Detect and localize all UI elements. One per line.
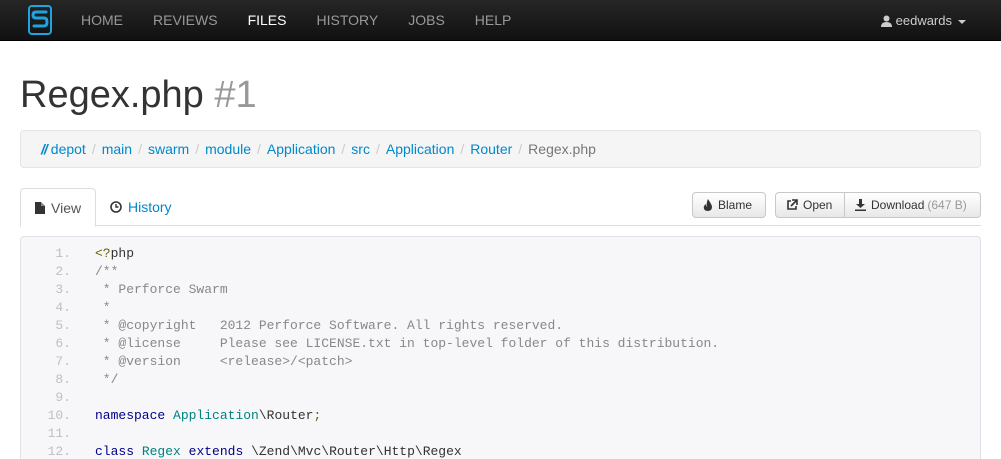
line-number: 9. <box>55 390 71 405</box>
breadcrumb-separator: / <box>138 141 142 157</box>
breadcrumb-item-application[interactable]: Application <box>267 141 336 157</box>
tab-view[interactable]: View <box>20 188 97 227</box>
breadcrumb-item-router[interactable]: Router <box>470 141 512 157</box>
code-line: 2. /** <box>21 263 980 281</box>
breadcrumb-separator: / <box>91 141 96 157</box>
breadcrumb-item-src[interactable]: src <box>351 141 370 157</box>
code-text: /** <box>95 264 119 279</box>
breadcrumb-separator: / <box>518 141 523 157</box>
code-line: 5. * @copyright 2012 Perforce Software. … <box>21 317 980 335</box>
code-text: namespace Application\Router; <box>95 408 322 423</box>
download-button[interactable]: Download (647 B) <box>845 192 981 218</box>
line-number: 6. <box>55 336 71 351</box>
nav-home[interactable]: HOME <box>66 0 138 41</box>
code-text: * @copyright 2012 Perforce Software. All… <box>95 318 564 333</box>
code-text: */ <box>95 372 119 387</box>
code-viewer[interactable]: 1. <?php 2./** 3. * Perforce Swarm 4. * 5. * … <box>20 236 981 459</box>
line-number: 5. <box>55 318 71 333</box>
nav-help[interactable]: HELP <box>460 0 527 41</box>
tab-view-label: View <box>51 199 82 216</box>
code-text: * <box>95 300 111 315</box>
page-title: Regex.php #1 <box>20 74 257 116</box>
code-line: 6. * @license Please see LICENSE.txt in … <box>21 335 980 353</box>
line-number: 2. <box>55 264 71 279</box>
breadcrumb-separator: / <box>195 141 200 157</box>
breadcrumb-item-module[interactable]: module <box>205 141 251 157</box>
code-line: 11. <box>21 425 980 443</box>
nav-menu: HOME REVIEWS FILES HISTORY JOBS HELP <box>66 0 526 41</box>
top-navbar: HOME REVIEWS FILES HISTORY JOBS HELP eed… <box>0 0 1001 41</box>
code-text: * Perforce Swarm <box>95 282 228 297</box>
line-number: 11. <box>47 426 71 441</box>
tab-history-label: History <box>128 199 172 215</box>
file-size: (647 B) <box>927 198 967 212</box>
code-line: 7. * @version <release>/<patch> <box>21 353 980 371</box>
nav-files[interactable]: FILES <box>233 0 302 41</box>
code-line: 8. */ <box>21 371 980 389</box>
file-name: Regex.php <box>20 74 204 116</box>
fire-icon <box>703 199 712 211</box>
breadcrumb-separator: / <box>257 141 261 157</box>
nav-jobs[interactable]: JOBS <box>393 0 460 41</box>
nav-history[interactable]: HISTORY <box>301 0 393 41</box>
breadcrumb-item-application-2[interactable]: Application <box>386 141 455 157</box>
blame-label: Blame <box>718 198 753 212</box>
tab-history[interactable]: History <box>96 188 186 226</box>
code-line: 10. namespace Application\Router; <box>21 407 980 425</box>
code-line: 9. <box>21 389 980 407</box>
breadcrumb-separator: / <box>460 141 465 157</box>
breadcrumb-item-swarm[interactable]: swarm <box>148 141 189 157</box>
file-icon <box>35 201 45 214</box>
blame-button[interactable]: Blame <box>692 192 766 218</box>
breadcrumb-item-depot[interactable]: depot <box>51 141 86 157</box>
clock-icon <box>110 201 122 213</box>
revision-number: #1 <box>214 74 257 116</box>
breadcrumb: // depot / main / swarm / module / Appli… <box>20 130 981 168</box>
line-number: 10. <box>47 408 71 423</box>
external-link-icon <box>787 199 798 210</box>
file-actions-group: Open Download (647 B) <box>775 192 981 218</box>
line-number: 1. <box>55 246 71 261</box>
breadcrumb-separator: / <box>375 141 380 157</box>
line-number: 4. <box>55 300 71 315</box>
download-icon <box>855 199 866 211</box>
line-number: 7. <box>55 354 71 369</box>
chevron-down-icon <box>958 19 966 24</box>
open-label: Open <box>803 198 833 212</box>
code-line: 4. * <box>21 299 980 317</box>
download-label: Download <box>871 198 925 212</box>
code-line: 1. <?php <box>21 245 980 263</box>
code-text: * @version <release>/<patch> <box>95 354 353 369</box>
breadcrumb-root[interactable]: // <box>41 141 48 157</box>
code-text: <?php <box>95 246 135 261</box>
breadcrumb-separator: / <box>341 141 346 157</box>
open-button[interactable]: Open <box>775 192 845 218</box>
code-text: class Regex extends \Zend\Mvc\Router\Htt… <box>95 444 462 459</box>
code-text: * @license Please see LICENSE.txt in top… <box>95 336 720 351</box>
line-number: 8. <box>55 372 71 387</box>
breadcrumb-current-file: Regex.php <box>528 141 596 157</box>
breadcrumb-item-main[interactable]: main <box>102 141 132 157</box>
swarm-logo-icon[interactable] <box>28 5 52 35</box>
user-menu[interactable]: eedwards <box>880 0 966 41</box>
code-line: 3. * Perforce Swarm <box>21 281 980 299</box>
code-line: 12. class Regex extends \Zend\Mvc\Router\… <box>21 443 980 459</box>
nav-reviews[interactable]: REVIEWS <box>138 0 233 41</box>
username: eedwards <box>895 13 952 28</box>
line-number: 3. <box>55 282 71 297</box>
user-icon <box>880 15 892 27</box>
line-number: 12. <box>47 444 71 459</box>
